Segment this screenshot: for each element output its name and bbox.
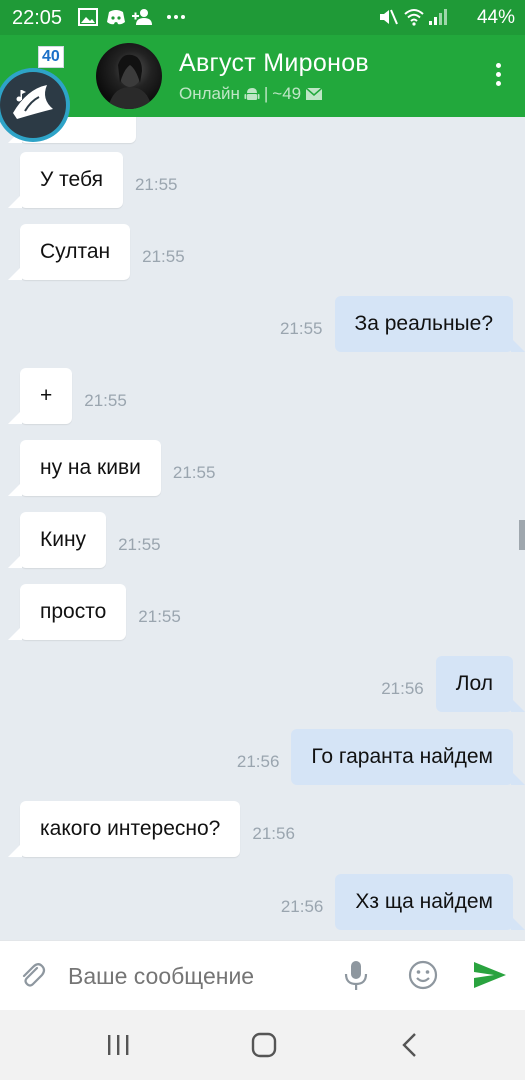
last-seen: ~49 — [272, 84, 302, 103]
mic-icon[interactable] — [338, 957, 374, 993]
discord-icon — [107, 10, 125, 25]
message-time: 21:55 — [279, 319, 323, 338]
message-item: какого интересно? 21:56 — [7, 801, 295, 857]
message-composer — [0, 940, 525, 1010]
message-text[interactable]: Султан — [7, 224, 131, 280]
emoji-icon[interactable] — [405, 957, 441, 993]
mute-icon — [380, 9, 398, 25]
message-text[interactable]: За реальные? — [334, 296, 525, 352]
message-item: + 21:55 — [7, 368, 127, 424]
message-item: У тебя 21:55 — [8, 152, 178, 208]
chat-header[interactable]: Август Миронов Онлайн | ~49 — [0, 35, 525, 117]
contact-name[interactable]: Август Миронов — [179, 49, 369, 78]
more-dots-icon — [167, 15, 185, 19]
message-text[interactable]: просто — [7, 584, 127, 640]
message-input[interactable] — [68, 963, 328, 990]
message-item: 21:55 За реальные? — [279, 296, 525, 352]
message-time: 21:55 — [138, 607, 181, 626]
signal-icon — [429, 9, 447, 25]
more-vert-icon[interactable] — [493, 63, 503, 91]
message-time: 21:55 — [142, 247, 185, 266]
android-icon — [244, 88, 260, 100]
status-time: 22:05 — [12, 7, 63, 29]
message-time: 21:55 — [172, 463, 216, 482]
message-text[interactable]: какого интересно? — [7, 801, 241, 857]
message-time: 21:55 — [84, 391, 127, 410]
status-bar: 22:05 44% — [0, 0, 525, 35]
message-text[interactable]: Го гаранта найдем — [291, 729, 525, 785]
message-item: Кину 21:55 — [7, 512, 161, 568]
ship-logo-icon — [13, 85, 53, 119]
mail-icon — [305, 87, 323, 100]
online-status: Онлайн — [179, 84, 240, 103]
message-text[interactable]: Кину — [7, 512, 107, 568]
message-time: 21:56 — [252, 824, 295, 843]
message-item: просто 21:55 — [7, 584, 181, 640]
message-text[interactable]: У тебя — [8, 152, 123, 208]
message-item: ну на киви 21:55 — [8, 440, 216, 496]
scrollbar[interactable] — [519, 520, 525, 550]
message-item: 21:56 Лол — [381, 656, 525, 712]
chat-head-logo — [0, 72, 66, 138]
unread-count-badge: 40 — [38, 46, 64, 68]
message-item: 21:56 Хз ща найдем — [280, 874, 525, 930]
message-text[interactable]: Хз ща найдем — [335, 874, 525, 930]
battery-level: 44% — [476, 7, 515, 28]
message-time: 21:55 — [134, 175, 178, 194]
contact-status: Онлайн | ~49 — [179, 84, 323, 104]
recents-icon[interactable] — [98, 1030, 138, 1060]
message-item: Султан 21:55 — [7, 224, 185, 280]
message-text[interactable]: ну на киви — [8, 440, 161, 496]
avatar-image — [108, 54, 152, 109]
add-contact-icon — [132, 9, 152, 25]
message-text[interactable]: + — [7, 368, 73, 424]
avatar[interactable] — [96, 43, 162, 109]
back-icon[interactable] — [390, 1030, 430, 1060]
status-separator: | — [263, 84, 269, 103]
image-icon — [78, 8, 98, 26]
home-icon[interactable] — [244, 1030, 284, 1060]
message-time: 21:56 — [381, 679, 424, 698]
system-nav-bar — [0, 1010, 525, 1080]
send-icon[interactable] — [472, 957, 508, 993]
message-text[interactable]: Лол — [435, 656, 525, 712]
attach-icon[interactable] — [14, 957, 50, 993]
message-time: 21:56 — [280, 897, 324, 916]
message-list[interactable]: У тебя 21:55 Султан 21:55 21:55 За реаль… — [0, 117, 525, 940]
message-time: 21:55 — [118, 535, 161, 554]
message-item: 21:56 Го гаранта найдем — [236, 729, 525, 785]
message-time: 21:56 — [236, 752, 280, 771]
wifi-icon — [404, 9, 424, 26]
